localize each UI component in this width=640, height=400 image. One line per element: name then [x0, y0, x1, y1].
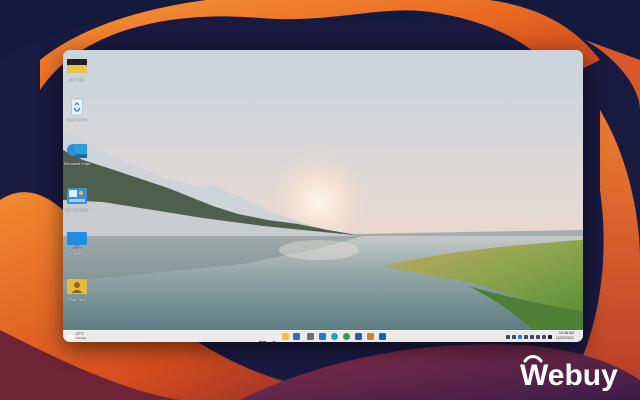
taskbar: 27°C Cloudy 10:46 AM 12/07/2021 [63, 330, 583, 342]
desktop-icon-label: Recycle Bin [66, 118, 88, 122]
windows-wallpaper [63, 50, 583, 342]
start-button[interactable] [259, 333, 266, 342]
outlook-icon[interactable] [379, 333, 386, 340]
cloud-icon [66, 334, 75, 340]
chrome-icon[interactable] [343, 333, 350, 340]
desktop-icon-folder[interactable]: Bản Mẫu [63, 56, 91, 82]
tray-chevron-icon[interactable] [506, 335, 510, 339]
language-icon[interactable] [548, 335, 552, 339]
mail-icon[interactable] [293, 333, 300, 340]
desktop-icon-user-folder[interactable]: Phan Huy [63, 276, 91, 302]
user-folder-icon [65, 276, 89, 296]
tray-app-icon[interactable] [512, 335, 516, 339]
settings-icon[interactable] [307, 333, 314, 340]
desktop-icon-label: Control Panel [65, 208, 89, 212]
edge-icon [65, 140, 89, 160]
desktop-icon-label: This PC [70, 252, 84, 256]
desktop-icon-edge[interactable]: Microsoft Edge [63, 140, 91, 166]
windows-desktop-screenshot: Bản Mẫu Recycle Bin Microsoft Edge Contr… [63, 50, 583, 342]
recycle-bin-icon [65, 96, 89, 116]
photos-icon[interactable] [367, 333, 374, 340]
desktop-icon-label: Bản Mẫu [69, 78, 85, 82]
edge-taskbar-icon[interactable] [331, 333, 338, 340]
onedrive-icon[interactable] [518, 335, 522, 339]
webuy-logo: Webuy [520, 355, 618, 392]
weather-condition: Cloudy [76, 336, 87, 340]
volume-icon[interactable] [536, 335, 540, 339]
monitor-icon [65, 230, 89, 250]
battery-icon[interactable] [542, 335, 546, 339]
desktop-icon-recycle-bin[interactable]: Recycle Bin [63, 96, 91, 122]
desktop-icon-this-pc[interactable]: This PC [63, 230, 91, 256]
search-icon[interactable] [271, 333, 278, 342]
store-icon[interactable] [319, 333, 326, 340]
weather-widget[interactable]: 27°C Cloudy [66, 332, 87, 341]
webuy-wordmark: Webuy [520, 359, 618, 392]
network-icon[interactable] [530, 335, 534, 339]
desktop-icon-label: Microsoft Edge [63, 162, 91, 166]
file-explorer-icon[interactable] [282, 333, 289, 340]
desktop-icon-control-panel[interactable]: Control Panel [63, 186, 91, 212]
desktop-icon-label: Phan Huy [68, 298, 86, 302]
word-icon[interactable] [355, 333, 362, 340]
clock-date: 12/07/2021 [555, 336, 574, 340]
folder-icon [65, 56, 89, 76]
control-panel-icon [65, 186, 89, 206]
taskbar-clock[interactable]: 10:46 AM 12/07/2021 [554, 331, 574, 341]
tray-app-icon[interactable] [524, 335, 528, 339]
